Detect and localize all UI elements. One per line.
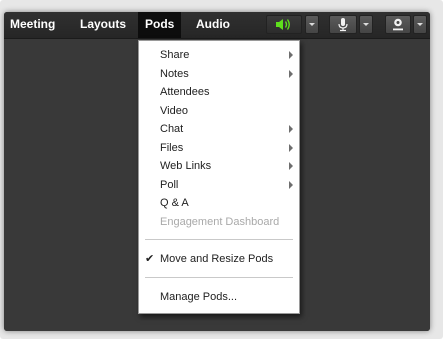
speaker-options-button[interactable] [305, 15, 319, 34]
webcam-button[interactable] [385, 15, 411, 34]
menu-layouts[interactable]: Layouts [80, 12, 126, 38]
menu-item-label: Files [160, 142, 184, 154]
menu-item-notes[interactable]: Notes [139, 65, 299, 83]
chevron-down-icon [417, 23, 423, 26]
submenu-arrow-icon [289, 51, 293, 59]
menu-item-label: Attendees [160, 86, 210, 98]
pods-dropdown-menu: Share Notes Attendees Video Chat Files W… [138, 40, 300, 314]
checkmark-icon: ✔ [145, 253, 155, 265]
microphone-button[interactable] [329, 15, 357, 34]
chevron-down-icon [309, 23, 315, 26]
menu-item-label: Chat [160, 123, 184, 135]
submenu-arrow-icon [289, 125, 293, 133]
speaker-button[interactable] [266, 15, 302, 34]
chevron-down-icon [363, 23, 369, 26]
menu-meeting[interactable]: Meeting [10, 12, 55, 38]
menu-item-manage-pods[interactable]: Manage Pods... [139, 288, 299, 306]
menu-item-files[interactable]: Files [139, 139, 299, 157]
menu-item-share[interactable]: Share [139, 46, 299, 64]
menu-item-q-and-a[interactable]: Q & A [139, 194, 299, 212]
menu-separator [145, 277, 293, 278]
menu-item-label: Move and Resize Pods [160, 253, 274, 265]
menu-item-attendees[interactable]: Attendees [139, 83, 299, 101]
submenu-arrow-icon [289, 144, 293, 152]
menu-bar: Meeting Layouts Pods Audio [4, 12, 430, 39]
menu-item-move-and-resize-pods[interactable]: ✔ Move and Resize Pods [139, 250, 299, 268]
menu-audio[interactable]: Audio [196, 12, 230, 38]
menu-item-web-links[interactable]: Web Links [139, 157, 299, 175]
menu-item-engagement-dashboard: Engagement Dashboard [139, 213, 299, 231]
webcam-options-button[interactable] [413, 15, 427, 34]
submenu-arrow-icon [289, 162, 293, 170]
webcam-icon [393, 18, 403, 31]
microphone-icon [338, 18, 348, 32]
microphone-options-button[interactable] [359, 15, 373, 34]
submenu-arrow-icon [289, 181, 293, 189]
menu-item-label: Engagement Dashboard [160, 216, 280, 228]
menu-item-label: Share [160, 49, 190, 61]
menu-pods[interactable]: Pods [138, 12, 182, 38]
menu-item-label: Manage Pods... [160, 291, 238, 303]
menu-item-poll[interactable]: Poll [139, 176, 299, 194]
menu-item-label: Web Links [160, 160, 212, 172]
menu-item-label: Notes [160, 68, 189, 80]
menu-separator [145, 239, 293, 240]
menu-item-chat[interactable]: Chat [139, 120, 299, 138]
submenu-arrow-icon [289, 70, 293, 78]
speaker-icon [276, 19, 290, 30]
menu-item-video[interactable]: Video [139, 102, 299, 120]
menu-item-label: Poll [160, 179, 179, 191]
menu-item-label: Video [160, 105, 188, 117]
menu-item-label: Q & A [160, 197, 189, 209]
